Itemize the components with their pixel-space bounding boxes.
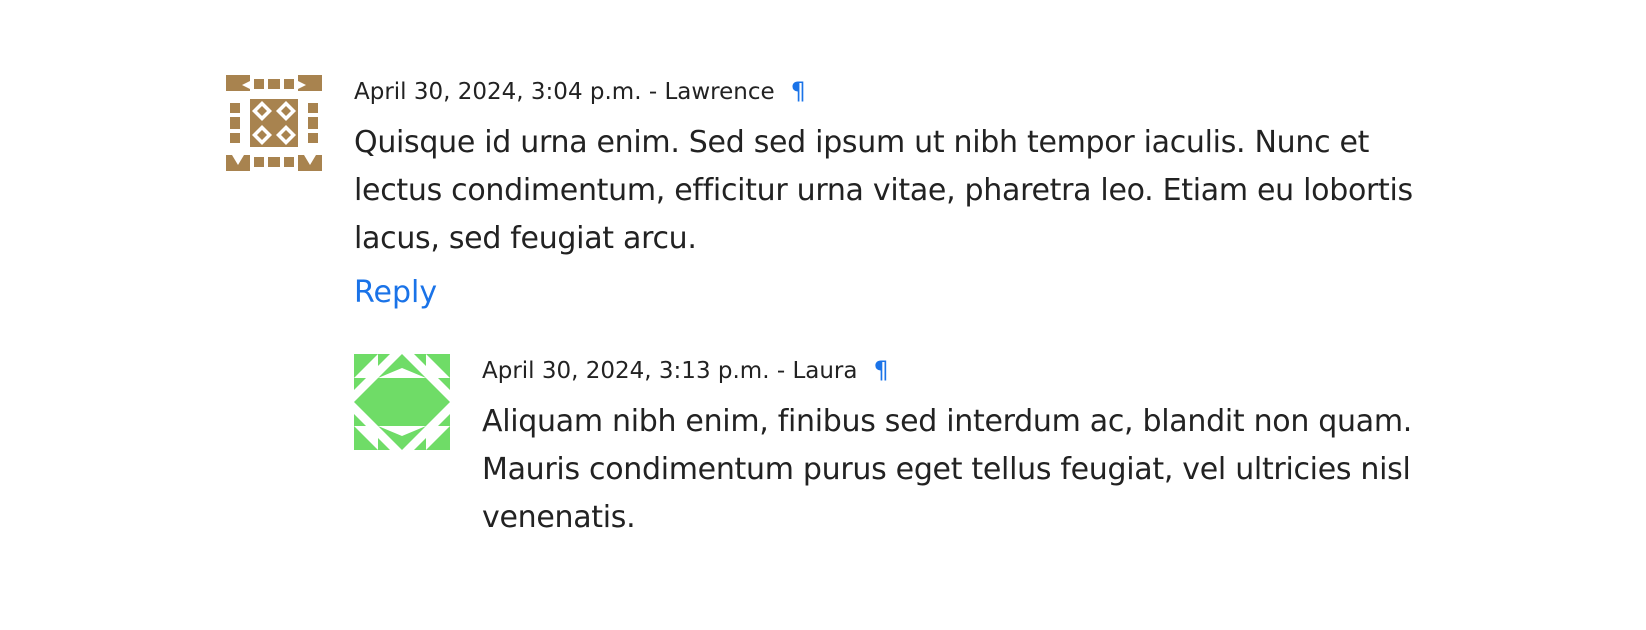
comment-author: Laura — [792, 358, 858, 384]
meta-separator: - — [641, 79, 665, 105]
comment-author: Lawrence — [664, 79, 775, 105]
identicon-avatar-icon — [354, 354, 450, 450]
comment-text: Quisque id urna enim. Sed sed ipsum ut n… — [354, 125, 1413, 256]
permalink-icon[interactable]: ¶ — [791, 77, 806, 105]
reply-link[interactable]: Reply — [354, 273, 437, 313]
comment-meta: April 30, 2024, 3:04 p.m. - Lawrence ¶ — [354, 75, 1456, 107]
comment-date: April 30, 2024, 3:04 p.m. — [354, 79, 642, 105]
identicon-avatar-icon — [226, 75, 322, 171]
avatar — [226, 75, 322, 171]
comment-text: Aliquam nibh enim, finibus sed interdum … — [482, 404, 1412, 535]
comment-body: April 30, 2024, 3:04 p.m. - Lawrence ¶ Qu… — [354, 75, 1456, 313]
avatar — [354, 354, 450, 450]
permalink-icon[interactable]: ¶ — [873, 356, 888, 384]
comment-meta: April 30, 2024, 3:13 p.m. - Laura ¶ — [482, 354, 1454, 386]
comment-body: April 30, 2024, 3:13 p.m. - Laura ¶ Aliqu… — [482, 354, 1454, 542]
comment-date: April 30, 2024, 3:13 p.m. — [482, 358, 770, 384]
meta-separator: - — [769, 358, 793, 384]
